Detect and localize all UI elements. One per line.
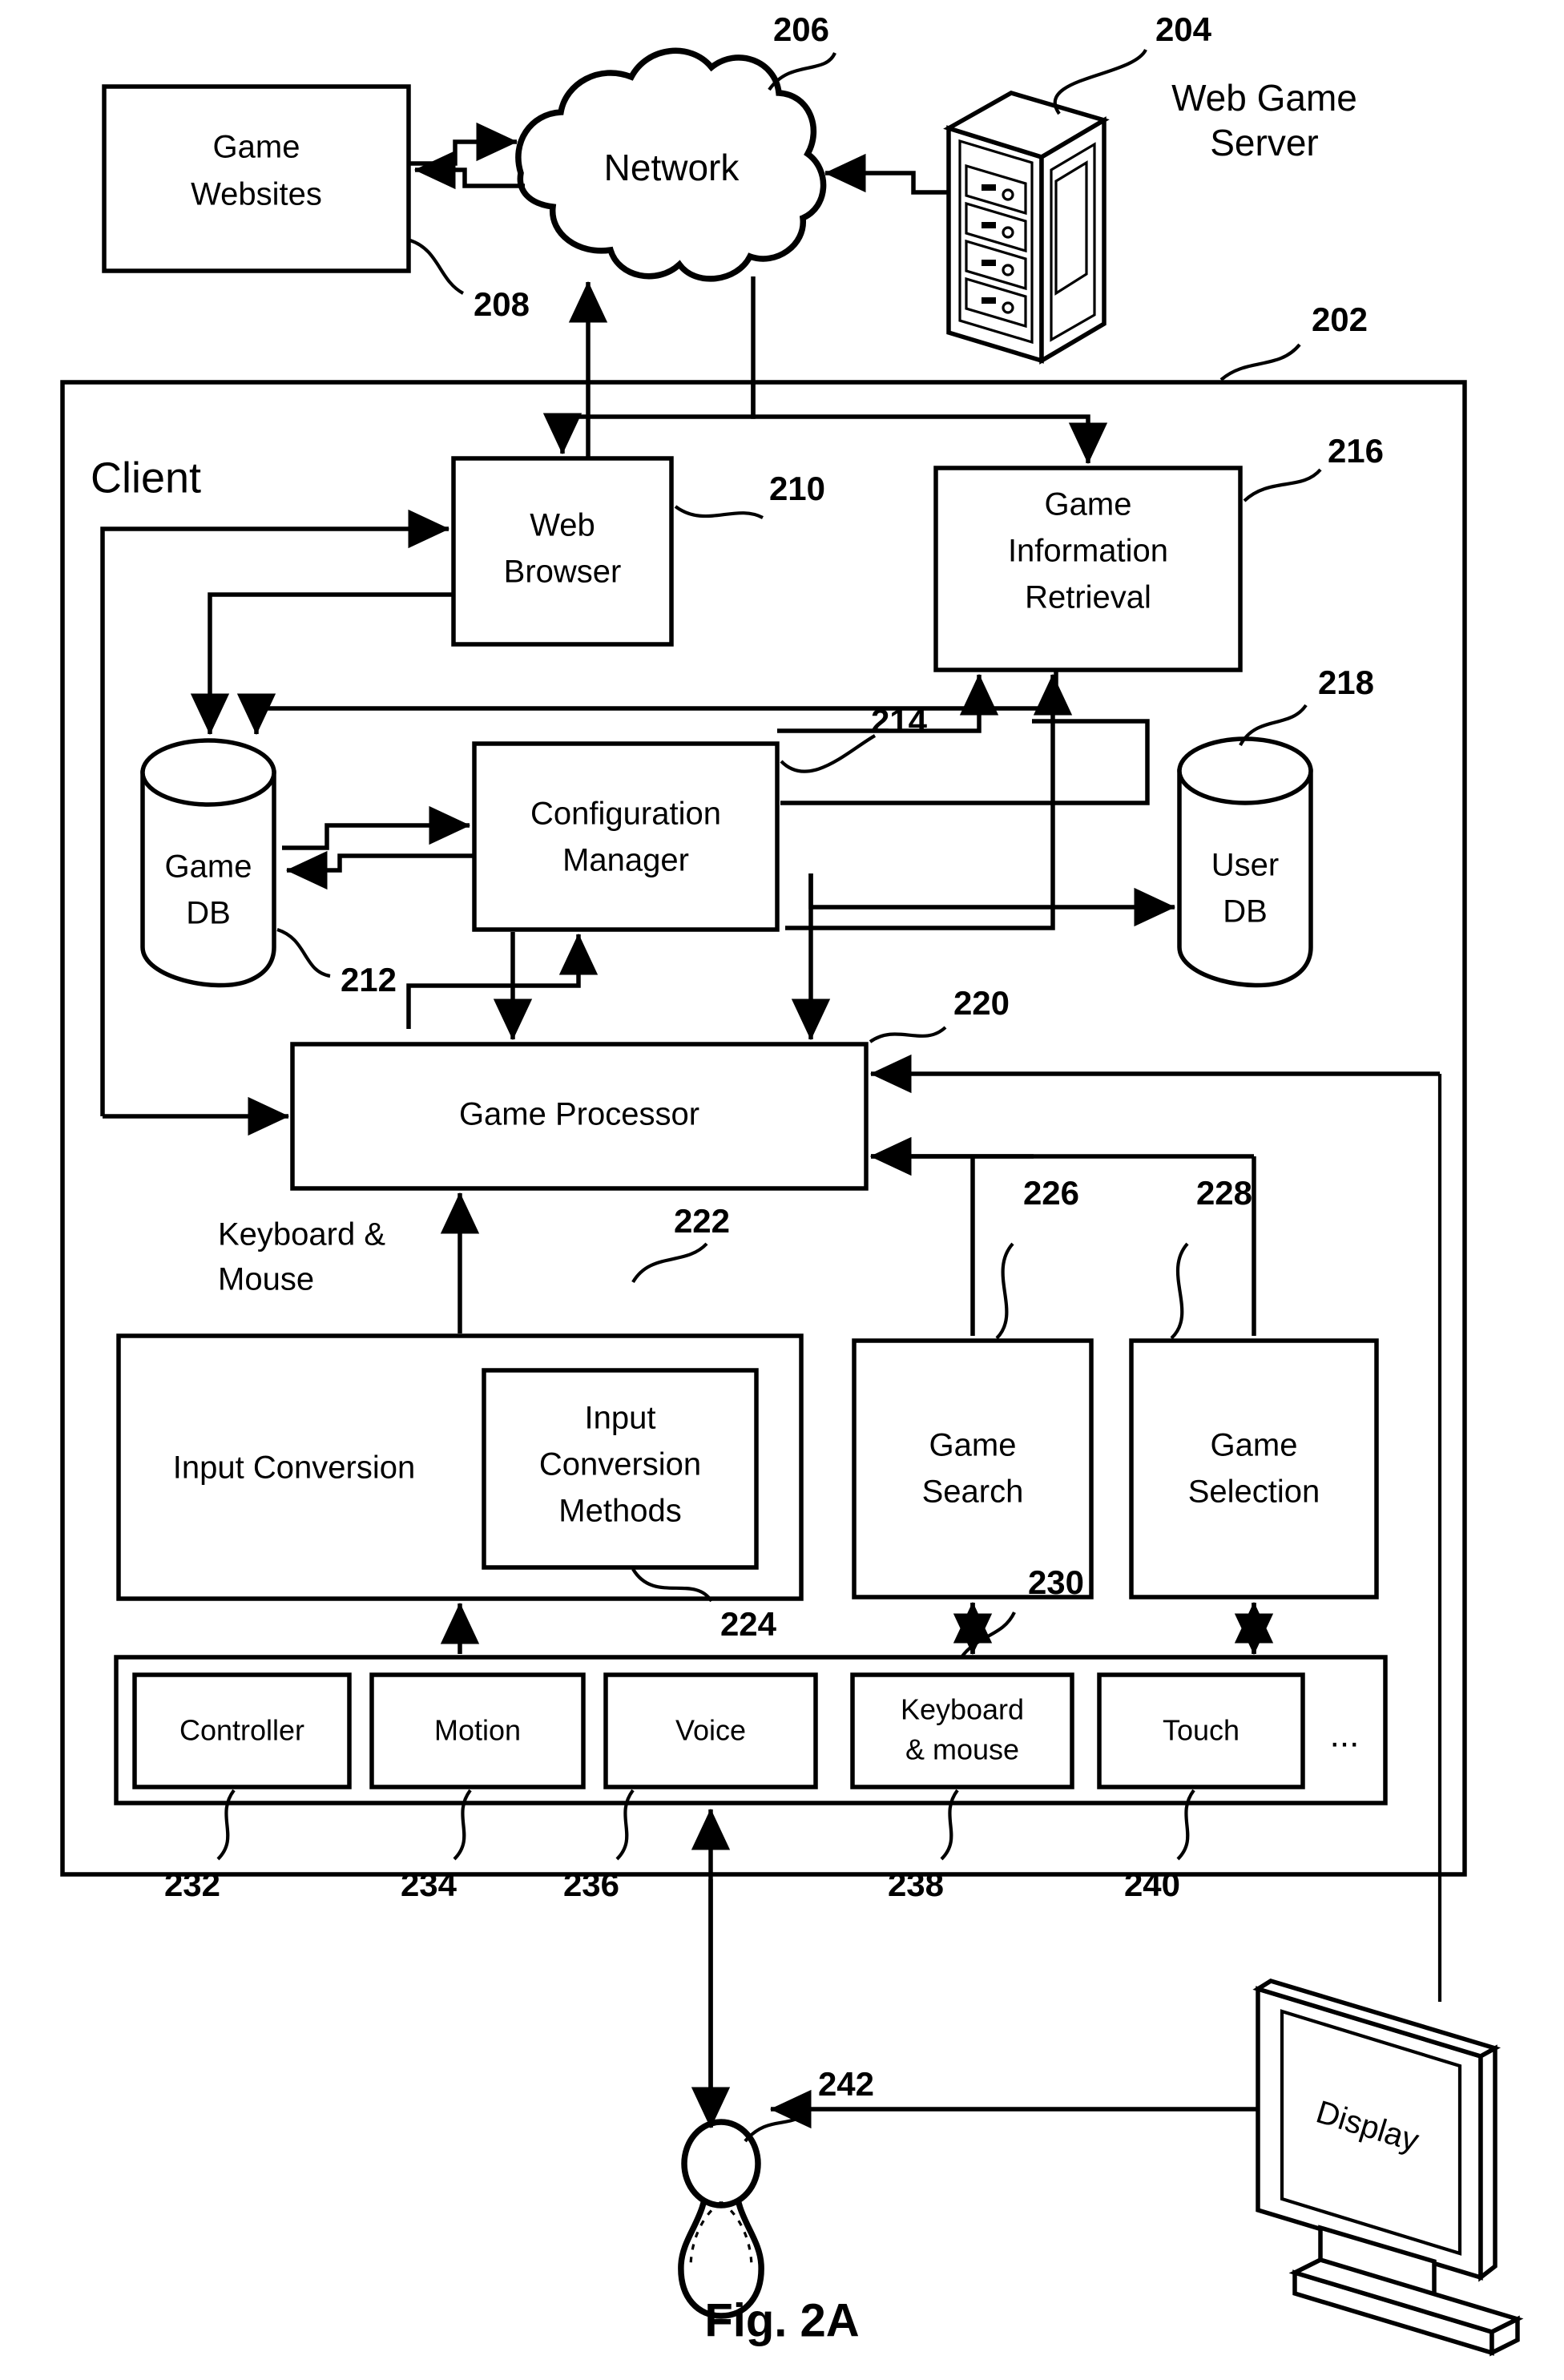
device-keyboard-mouse-label-line2: & mouse (905, 1733, 1019, 1766)
ref-230: 230 (1028, 1563, 1084, 1601)
game-selection-label-line2: Selection (1188, 1474, 1320, 1510)
user-db-label-line2: DB (1223, 894, 1268, 930)
figure-2a-block-diagram: Game Websites 208 Network 206 Web Game S… (0, 0, 1564, 2380)
config-manager-label-line1: Configuration (530, 797, 721, 832)
web-game-server-label-line1: Web Game (1171, 77, 1357, 119)
game-search-label-line1: Game (929, 1428, 1017, 1463)
game-websites-label-line1: Game (213, 130, 300, 165)
device-motion-label: Motion (434, 1714, 521, 1747)
game-db-label-line2: DB (186, 896, 231, 931)
web-game-server-label-line2: Server (1210, 122, 1318, 163)
ref-238: 238 (888, 1866, 944, 1903)
ref-212: 212 (341, 961, 397, 998)
keyboard-mouse-label-line1: Keyboard & (218, 1217, 385, 1253)
ref-210: 210 (769, 470, 825, 507)
figure-caption: Fig. 2A (704, 2294, 859, 2346)
input-conversion-label: Input Conversion (173, 1450, 415, 1486)
network-label: Network (604, 147, 740, 188)
ref-202: 202 (1312, 301, 1368, 338)
ref-218: 218 (1318, 664, 1374, 701)
game-processor-label: Game Processor (459, 1097, 699, 1132)
game-selection-label-line1: Game (1211, 1428, 1298, 1463)
client-label: Client (91, 454, 201, 502)
game-db-label-line1: Game (165, 849, 252, 885)
gir-label-line2: Information (1008, 534, 1168, 569)
ref-234: 234 (401, 1866, 458, 1903)
ref-206: 206 (773, 10, 829, 48)
ref-228: 228 (1196, 1174, 1252, 1212)
icm-label-line3: Methods (558, 1494, 681, 1529)
configuration-manager-box (472, 741, 780, 932)
ref-232: 232 (164, 1866, 220, 1903)
device-keyboard-mouse-label-line1: Keyboard (901, 1693, 1024, 1726)
game-db-top-ellipse (140, 738, 276, 807)
ref-216: 216 (1328, 432, 1384, 470)
ref-220: 220 (953, 984, 1010, 1022)
icm-label-line1: Input (585, 1401, 656, 1436)
web-browser-label-line2: Browser (504, 555, 622, 590)
game-selection-box (1129, 1338, 1379, 1599)
ref-224: 224 (720, 1605, 777, 1643)
display-bezel-side (1478, 2044, 1497, 2282)
game-search-label-line2: Search (922, 1474, 1024, 1510)
keyboard-mouse-label-line2: Mouse (218, 1262, 314, 1297)
ref-240: 240 (1124, 1866, 1180, 1903)
game-search-box (852, 1338, 1094, 1599)
config-manager-label-line2: Manager (562, 843, 689, 878)
user-db-label-line1: User (1211, 848, 1279, 883)
device-ellipsis-label: ... (1330, 1716, 1360, 1755)
ref-208: 208 (474, 285, 530, 323)
ref-236: 236 (563, 1866, 619, 1903)
icm-label-line2: Conversion (539, 1447, 701, 1482)
gir-label-line3: Retrieval (1025, 580, 1151, 615)
user-head (681, 2119, 761, 2209)
user-db-top-ellipse (1177, 736, 1313, 805)
ref-222: 222 (674, 1202, 730, 1240)
device-keyboard-mouse-box (850, 1672, 1074, 1789)
ref-242: 242 (818, 2065, 874, 2103)
game-websites-label-line2: Websites (191, 177, 322, 212)
device-touch-label: Touch (1163, 1714, 1240, 1747)
ref-226: 226 (1023, 1174, 1079, 1212)
web-browser-label-line1: Web (530, 508, 595, 543)
device-controller-label: Controller (179, 1714, 304, 1747)
ref-204: 204 (1155, 10, 1212, 48)
server-front-panel (946, 125, 1044, 364)
device-voice-label: Voice (675, 1714, 746, 1747)
gir-label-line1: Game (1045, 487, 1132, 522)
web-browser-box (451, 456, 674, 647)
